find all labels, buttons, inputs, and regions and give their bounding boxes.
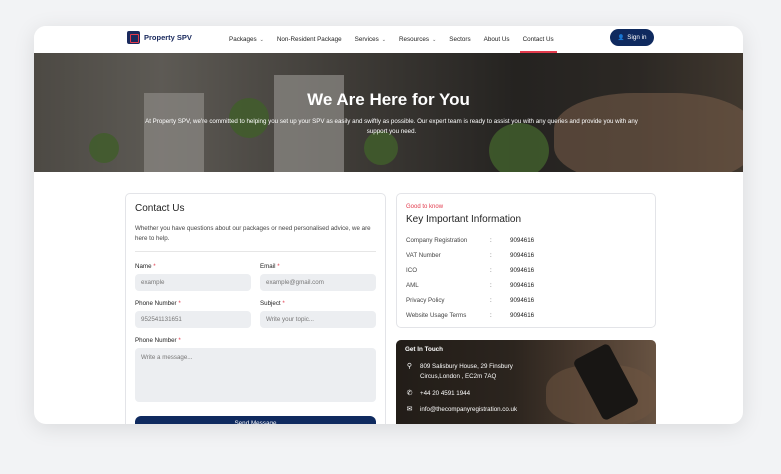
contact-intro: Whether you have questions about our pac… — [135, 225, 371, 242]
nav-item-sectors[interactable]: Sectors — [449, 26, 470, 53]
separator: : — [490, 237, 492, 244]
nav-item-contact-us[interactable]: Contact Us — [519, 26, 557, 53]
house-logo-icon — [127, 31, 140, 44]
required-mark: * — [282, 300, 285, 307]
info-row: ICO: 9094616 — [406, 267, 646, 277]
hero-banner: We Are Here for You At Property SPV, we'… — [34, 53, 743, 172]
label-text: Subject — [260, 300, 281, 307]
required-mark: * — [277, 263, 280, 270]
label-text: Phone Number — [135, 337, 177, 344]
separator: : — [490, 312, 492, 319]
get-in-touch-card: Get In Touch ⚲ 809 Salisbury House, 29 F… — [396, 340, 656, 424]
address-line: 809 Salisbury House, 29 Finsbury — [420, 363, 513, 370]
nav-item-services[interactable]: Services ⌄ — [355, 26, 386, 53]
label-text: Name — [135, 263, 152, 270]
hero-title: We Are Here for You — [307, 90, 470, 109]
hero-overlay — [34, 53, 743, 172]
info-value: 9094616 — [510, 297, 535, 304]
info-row: AML: 9094616 — [406, 282, 646, 292]
phone-text: +44 20 4591 1944 — [420, 390, 471, 397]
info-value: 9094616 — [510, 282, 535, 289]
touch-title: Get In Touch — [405, 346, 444, 353]
message-textarea[interactable]: Write a message... — [135, 348, 376, 402]
info-value: 9094616 — [510, 237, 535, 244]
info-title: Key Important Information — [406, 214, 522, 225]
contact-form-card: Contact Us Whether you have questions ab… — [125, 193, 386, 424]
message-label: Phone Number * — [135, 337, 181, 344]
nav-label: Services — [354, 36, 379, 43]
nav-item-resources[interactable]: Resources ⌄ — [399, 26, 436, 53]
top-navigation: Property SPV Packages ⌄ Non-Resident Pac… — [34, 26, 743, 53]
separator: : — [490, 267, 492, 274]
label-text: Phone Number — [135, 300, 177, 307]
info-key: Company Registration — [406, 237, 468, 244]
email-label: Email * — [260, 263, 280, 270]
info-key: Website Usage Terms — [406, 312, 467, 319]
name-label: Name * — [135, 263, 156, 270]
separator: : — [490, 282, 492, 289]
phone-input[interactable]: 952541131651 — [135, 311, 251, 328]
name-input[interactable]: example — [135, 274, 251, 291]
chevron-down-icon: ⌄ — [381, 36, 386, 43]
address-line: Circus,London , EC2m 7AQ — [420, 373, 497, 380]
sign-in-label: Sign in — [627, 34, 647, 41]
info-row: Privacy Policy: 9094616 — [406, 297, 646, 307]
info-value: 9094616 — [510, 312, 535, 319]
required-mark: * — [178, 337, 181, 344]
nav-item-about-us[interactable]: About Us — [484, 26, 510, 53]
hero-subtitle: At Property SPV, we're committed to help… — [145, 118, 638, 135]
email-input[interactable]: example@gmail.com — [260, 274, 376, 291]
info-row: Company Registration: 9094616 — [406, 237, 646, 247]
info-row: Website Usage Terms: 9094616 — [406, 312, 646, 322]
address-row: ⚲ 809 Salisbury House, 29 Finsbury Circus… — [405, 362, 513, 382]
info-key: VAT Number — [406, 252, 441, 259]
location-pin-icon: ⚲ — [406, 363, 413, 370]
nav-label: Sectors — [449, 36, 471, 43]
phone-label: Phone Number * — [135, 300, 181, 307]
brand-logo[interactable]: Property SPV — [127, 31, 192, 44]
info-key: ICO — [406, 267, 418, 274]
phone-row[interactable]: ✆ +44 20 4591 1944 — [405, 389, 471, 399]
email-text: info@thecompanyregistration.co.uk — [420, 406, 518, 413]
info-key: Privacy Policy — [406, 297, 445, 304]
subject-label: Subject * — [260, 300, 285, 307]
nav-label: Resources — [398, 36, 430, 43]
info-row: VAT Number: 9094616 — [406, 252, 646, 262]
nav-item-non-resident-package[interactable]: Non-Resident Package — [277, 26, 342, 53]
envelope-icon: ✉ — [406, 406, 413, 413]
sign-in-button[interactable]: 👤 Sign in — [610, 29, 654, 46]
info-value: 9094616 — [510, 252, 535, 259]
nav-label: About Us — [483, 36, 510, 43]
browser-page: Property SPV Packages ⌄ Non-Resident Pac… — [34, 26, 743, 424]
subject-input[interactable]: Write your topic... — [260, 311, 376, 328]
info-key: AML — [406, 282, 419, 289]
nav-label: Contact Us — [522, 36, 554, 43]
required-mark: * — [178, 300, 181, 307]
divider — [135, 251, 376, 252]
chevron-down-icon: ⌄ — [432, 36, 437, 43]
nav-item-packages[interactable]: Packages ⌄ — [229, 26, 264, 53]
chevron-down-icon: ⌄ — [259, 36, 264, 43]
send-message-button[interactable]: Send Message — [135, 416, 376, 424]
info-value: 9094616 — [510, 267, 535, 274]
contact-title: Contact Us — [135, 203, 185, 214]
brand-name: Property SPV — [144, 33, 192, 42]
info-kicker: Good to know — [406, 204, 444, 210]
required-mark: * — [153, 263, 156, 270]
label-text: Email — [260, 263, 276, 270]
separator: : — [490, 252, 492, 259]
nav-label: Packages — [229, 36, 257, 43]
email-row[interactable]: ✉ info@thecompanyregistration.co.uk — [405, 405, 518, 415]
user-icon: 👤 — [617, 34, 625, 41]
separator: : — [490, 297, 492, 304]
phone-icon: ✆ — [406, 390, 413, 397]
address-text: 809 Salisbury House, 29 Finsbury Circus,L… — [420, 362, 513, 382]
main-menu: Packages ⌄ Non-Resident Package Services… — [229, 26, 567, 53]
key-info-card: Good to know Key Important Information C… — [396, 193, 656, 328]
nav-label: Non-Resident Package — [276, 36, 342, 43]
